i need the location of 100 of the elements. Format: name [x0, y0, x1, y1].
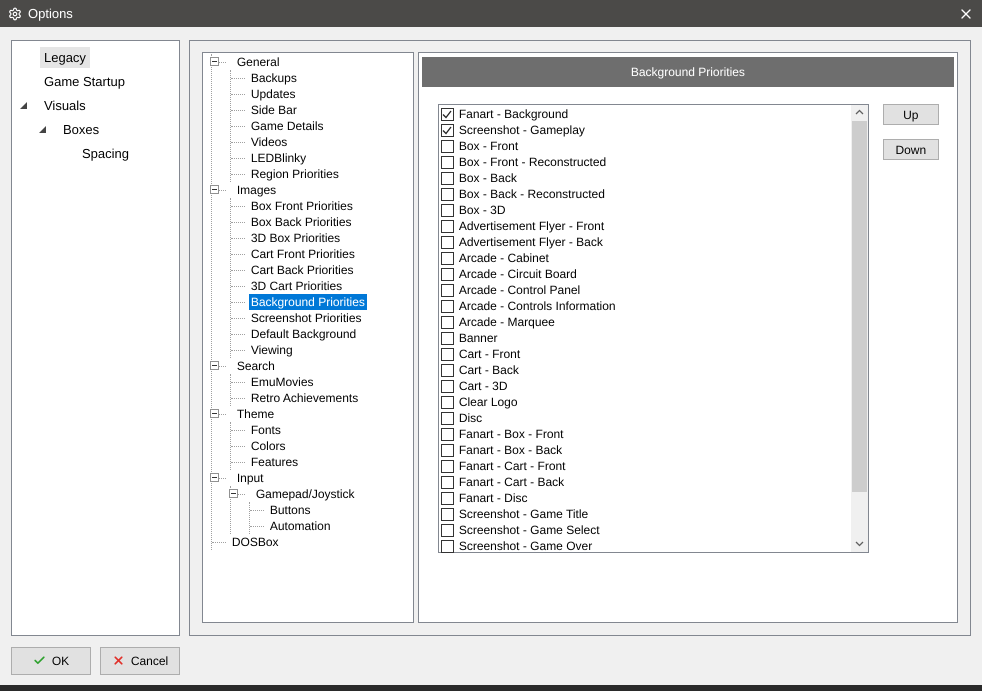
checkbox[interactable]	[440, 396, 454, 408]
nav-item[interactable]: Boxes	[59, 118, 104, 140]
tree-item[interactable]: Colors	[248, 438, 288, 454]
tree-item[interactable]: Images	[234, 182, 278, 198]
list-item-label: Arcade - Marquee	[458, 315, 555, 329]
checkbox[interactable]	[440, 108, 454, 120]
list-item-label: Box - Back	[458, 171, 517, 185]
checkbox[interactable]	[440, 172, 454, 184]
checkbox[interactable]	[440, 252, 454, 264]
checkbox[interactable]	[440, 492, 454, 504]
checkbox[interactable]	[440, 460, 454, 472]
list-item-label: Box - Front	[458, 139, 518, 153]
collapse-toggle[interactable]	[228, 489, 238, 498]
tree-item[interactable]: Default Background	[248, 326, 358, 342]
tree-item[interactable]: Theme	[234, 406, 276, 422]
tree-item[interactable]: Input	[234, 470, 266, 486]
cancel-button[interactable]: Cancel	[100, 646, 180, 674]
list-item-label: Cart - Front	[458, 347, 520, 361]
tree-item[interactable]: Region Priorities	[248, 166, 341, 182]
tree-item[interactable]: Automation	[268, 518, 333, 534]
list-item-label: Fanart - Cart - Back	[458, 475, 564, 489]
checkbox[interactable]	[440, 140, 454, 152]
list-item-label: Fanart - Disc	[458, 491, 528, 505]
tree-item[interactable]: 3D Box Priorities	[248, 230, 342, 246]
expand-arrow-icon[interactable]	[20, 102, 27, 108]
tree-item[interactable]: Buttons	[268, 502, 313, 518]
checkbox[interactable]	[440, 124, 454, 136]
collapse-toggle[interactable]	[210, 409, 219, 418]
checkbox[interactable]	[440, 380, 454, 392]
tree-item[interactable]: Retro Achievements	[248, 390, 360, 406]
tree-item[interactable]: Cart Front Priorities	[248, 246, 357, 262]
checkbox[interactable]	[440, 220, 454, 232]
settings-icon	[8, 6, 22, 20]
tree-item[interactable]: Gamepad/Joystick	[254, 486, 357, 502]
scrollbar[interactable]	[850, 105, 868, 552]
list-item-label: Screenshot - Game Title	[458, 507, 588, 521]
checkbox[interactable]	[440, 364, 454, 376]
nav-item[interactable]: Legacy	[40, 46, 90, 68]
tree-item[interactable]: EmuMovies	[248, 374, 316, 390]
tree-item[interactable]: Viewing	[248, 342, 295, 358]
tree-item[interactable]: Cart Back Priorities	[248, 262, 356, 278]
tree-item[interactable]: 3D Cart Priorities	[248, 278, 344, 294]
checkbox[interactable]	[440, 476, 454, 488]
tree-item[interactable]: DOSBox	[230, 534, 280, 550]
tree-item[interactable]: Backups	[248, 70, 299, 86]
tree-item[interactable]: Box Front Priorities	[248, 198, 355, 214]
checkbox[interactable]	[440, 332, 454, 344]
list-item-label: Arcade - Circuit Board	[458, 267, 577, 281]
tree-item[interactable]: Updates	[248, 86, 298, 102]
checkbox[interactable]	[440, 236, 454, 248]
list-item-label: Fanart - Cart - Front	[458, 459, 566, 473]
checkbox[interactable]	[440, 268, 454, 280]
list-item-label: Screenshot - Gameplay	[458, 123, 585, 137]
list-item-label: Arcade - Control Panel	[458, 283, 580, 297]
move-button[interactable]: Down	[882, 139, 939, 160]
tree-item[interactable]: Features	[248, 454, 300, 470]
tree-item[interactable]: Fonts	[248, 422, 283, 438]
ok-button[interactable]: OK	[11, 646, 91, 674]
checkbox[interactable]	[440, 188, 454, 200]
collapse-toggle[interactable]	[210, 57, 219, 66]
check-icon	[32, 654, 46, 667]
nav-item[interactable]: Spacing	[78, 142, 133, 164]
checkbox[interactable]	[440, 444, 454, 456]
checkbox[interactable]	[440, 316, 454, 328]
tree-item[interactable]: Game Details	[248, 118, 326, 134]
list-item-label: Advertisement Flyer - Back	[458, 235, 603, 249]
checkbox[interactable]	[440, 156, 454, 168]
tree-item[interactable]: Search	[234, 358, 277, 374]
collapse-toggle[interactable]	[210, 473, 219, 482]
list-item-label: Box - Back - Reconstructed	[458, 187, 605, 201]
tree-item[interactable]: Box Back Priorities	[248, 214, 354, 230]
nav-item[interactable]: Game Startup	[40, 70, 129, 92]
tree-item[interactable]: Background Priorities	[248, 294, 367, 310]
checkbox[interactable]	[440, 508, 454, 520]
collapse-toggle[interactable]	[210, 185, 219, 194]
checkbox[interactable]	[440, 348, 454, 360]
tree-item[interactable]: LEDBlinky	[248, 150, 308, 166]
list-item-label: Cart - 3D	[458, 379, 508, 393]
list-item-label: Screenshot - Game Over	[458, 539, 592, 553]
tree-item[interactable]: Side Bar	[248, 102, 299, 118]
list-item-label: Disc	[458, 411, 482, 425]
checkbox[interactable]	[440, 540, 454, 552]
list-item-label: Fanart - Background	[458, 107, 568, 121]
checkbox[interactable]	[440, 284, 454, 296]
expand-arrow-icon[interactable]	[39, 126, 46, 132]
list-item-label: Fanart - Box - Front	[458, 427, 564, 441]
checkbox[interactable]	[440, 524, 454, 536]
checkbox[interactable]	[440, 412, 454, 424]
tree-item[interactable]: General	[234, 54, 282, 70]
checkbox[interactable]	[440, 428, 454, 440]
list-item-label: Advertisement Flyer - Front	[458, 219, 604, 233]
tree-item[interactable]: Videos	[248, 134, 290, 150]
tree-item[interactable]: Screenshot Priorities	[248, 310, 364, 326]
checkbox[interactable]	[440, 300, 454, 312]
checkbox[interactable]	[440, 204, 454, 216]
nav-item[interactable]: Visuals	[40, 94, 90, 116]
collapse-toggle[interactable]	[210, 361, 219, 370]
window-title: Options	[28, 6, 74, 21]
move-button[interactable]: Up	[882, 104, 939, 125]
list-item-label: Screenshot - Game Select	[458, 523, 600, 537]
